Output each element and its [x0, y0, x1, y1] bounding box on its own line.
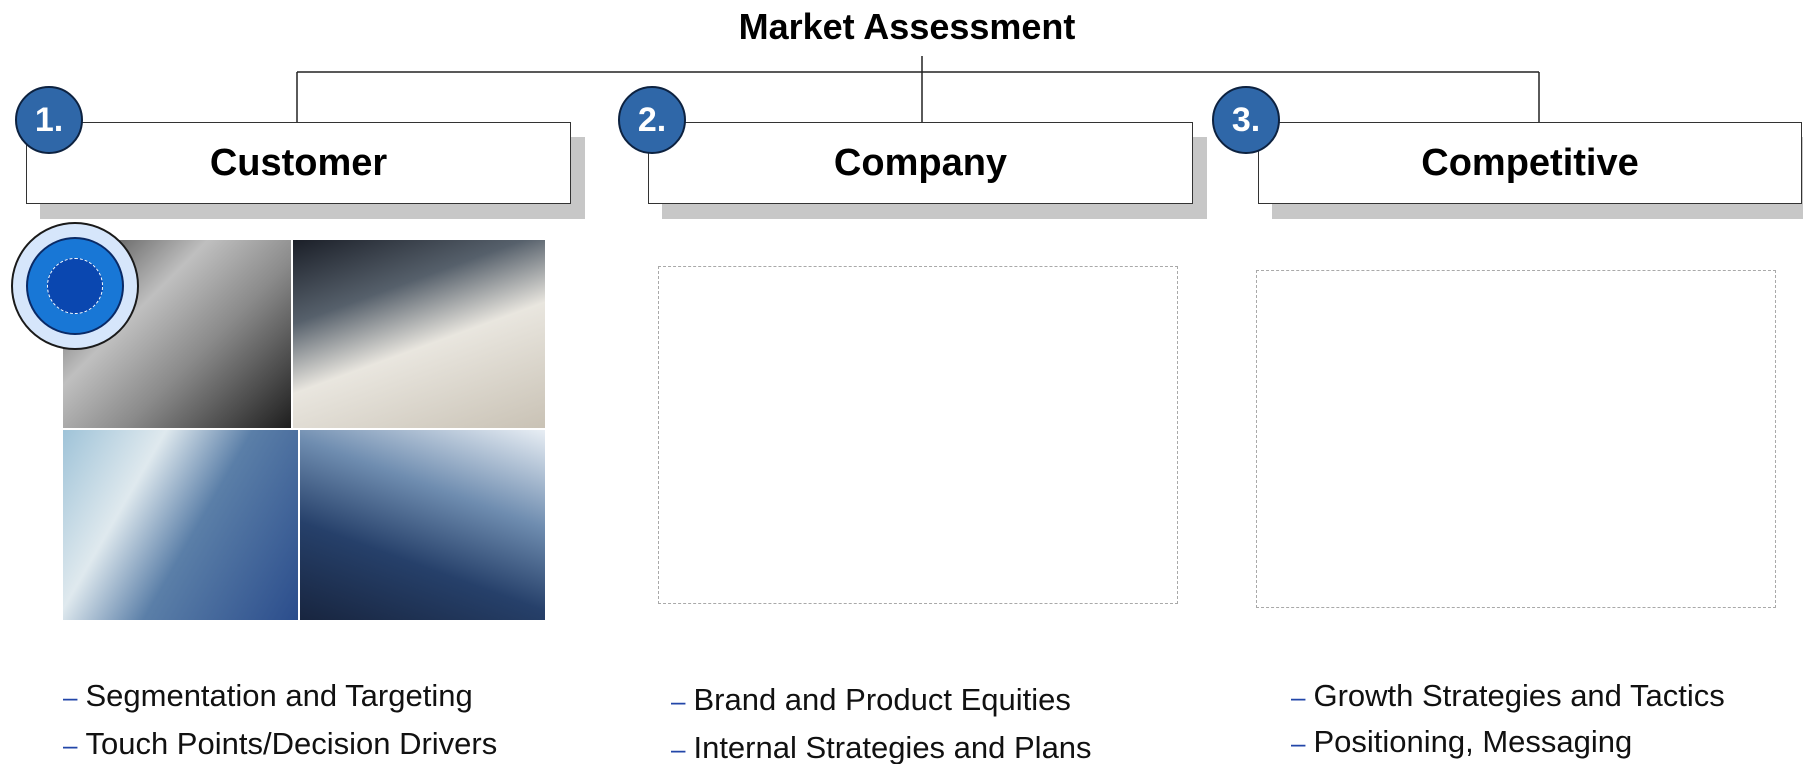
- customer-header-box: Customer: [26, 122, 571, 204]
- competitive-number-badge: 3.: [1212, 86, 1280, 154]
- list-item: – Touch Points/Decision Drivers: [63, 726, 497, 762]
- photo-desk-paperwork: [293, 240, 545, 428]
- company-header-box: Company: [648, 122, 1193, 204]
- list-item: – Segmentation and Targeting: [63, 678, 497, 714]
- customer-bullet-list: – Segmentation and Targeting – Touch Poi…: [63, 678, 497, 762]
- photo-office-building: [300, 430, 545, 620]
- dash-icon: –: [671, 734, 686, 764]
- customer-number-badge: 1.: [15, 86, 83, 154]
- company-number: 2.: [637, 100, 667, 139]
- bullet-text: Internal Strategies and Plans: [693, 730, 1092, 764]
- customer-number: 1.: [34, 100, 64, 139]
- list-item: – Internal Strategies and Plans: [671, 730, 1092, 764]
- competitive-number: 3.: [1231, 100, 1261, 139]
- company-number-badge: 2.: [618, 86, 686, 154]
- dash-icon: –: [1291, 728, 1306, 758]
- dash-icon: –: [671, 686, 686, 716]
- bullet-text: Touch Points/Decision Drivers: [85, 726, 498, 761]
- company-header-label: Company: [833, 141, 1008, 184]
- bullet-text: Segmentation and Targeting: [85, 678, 473, 713]
- dash-icon: –: [63, 682, 78, 712]
- competitive-header-box: Competitive: [1258, 122, 1802, 204]
- photo-whiteboard-session: [63, 430, 298, 620]
- list-item: – Brand and Product Equities: [671, 682, 1092, 718]
- company-bullet-list: – Brand and Product Equities – Internal …: [671, 682, 1092, 764]
- dash-icon: –: [1291, 682, 1306, 712]
- target-ring-core: [47, 258, 103, 314]
- competitive-bullet-list: – Growth Strategies and Tactics – Positi…: [1291, 678, 1725, 760]
- competitive-image-placeholder: [1256, 270, 1776, 608]
- list-item: – Growth Strategies and Tactics: [1291, 678, 1725, 714]
- bullet-text: Positioning, Messaging: [1313, 724, 1633, 759]
- customer-header-label: Customer: [209, 141, 388, 184]
- list-item: – Positioning, Messaging: [1291, 724, 1725, 760]
- market-assessment-diagram: Market Assessment Customer 1. – Segmenta…: [0, 0, 1814, 764]
- company-image-placeholder: [658, 266, 1178, 604]
- bullet-text: Brand and Product Equities: [693, 682, 1071, 717]
- competitive-header-label: Competitive: [1421, 141, 1639, 184]
- bullet-text: Growth Strategies and Tactics: [1313, 678, 1725, 713]
- dash-icon: –: [63, 730, 78, 760]
